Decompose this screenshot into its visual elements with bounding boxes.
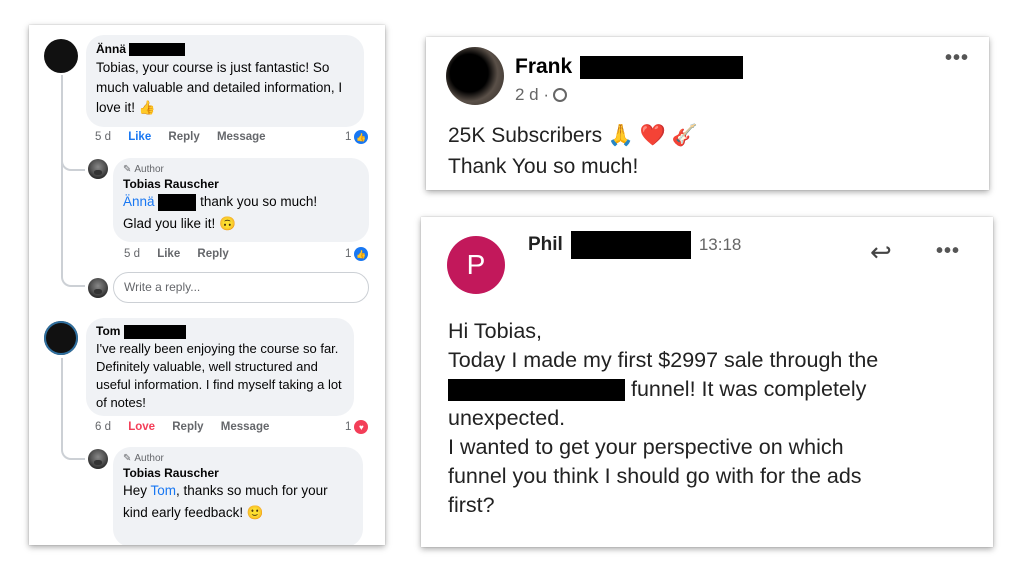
frank-post-card: Frank 2 d · ••• 25K Subscribers 🙏 ❤️ 🎸 T… bbox=[426, 37, 989, 190]
comment-bubble: Tom I've really been enjoying the course… bbox=[86, 318, 354, 416]
comment-time[interactable]: 5 d bbox=[95, 131, 111, 143]
pencil-icon: ✎ bbox=[123, 164, 132, 175]
reply-actions: 5 d Like Reply bbox=[124, 248, 243, 260]
comment-text: Tobias, your course is just fantastic! S… bbox=[96, 60, 343, 116]
reply-bubble: ✎ Author Tobias Rauscher Hey Tom, thanks … bbox=[113, 447, 363, 545]
sender-name[interactable]: Phil bbox=[528, 234, 563, 256]
love-button[interactable]: Love bbox=[128, 421, 155, 433]
facebook-comments-card: Ännä Tobias, your course is just fantast… bbox=[29, 25, 385, 545]
reaction-count-number: 1 bbox=[345, 131, 352, 143]
email-time: 13:18 bbox=[698, 235, 742, 254]
author-badge: ✎ Author bbox=[123, 453, 164, 464]
more-dots-icon[interactable]: ••• bbox=[936, 240, 960, 263]
email-line: Today I made my first $2997 sale through… bbox=[448, 348, 879, 372]
redaction-bar bbox=[129, 43, 186, 57]
thread-connector bbox=[61, 175, 85, 287]
author-badge: ✎ Author bbox=[123, 164, 164, 175]
redaction-bar bbox=[123, 324, 186, 339]
reply-button[interactable]: Reply bbox=[197, 248, 228, 260]
reply-author-name[interactable]: Tobias Rauscher bbox=[123, 466, 353, 480]
post-meta: 2 d · bbox=[515, 85, 568, 105]
reply-text-line2: kind early feedback! 🙂 bbox=[123, 505, 264, 520]
thread-connector bbox=[61, 155, 85, 171]
email-greeting: Hi Tobias, bbox=[448, 319, 543, 343]
commenter-avatar[interactable] bbox=[44, 39, 78, 73]
comment-actions: 6 d Love Reply Message bbox=[95, 421, 283, 433]
globe-icon bbox=[553, 88, 568, 102]
message-button[interactable]: Message bbox=[217, 131, 266, 143]
comment-bubble: Ännä Tobias, your course is just fantast… bbox=[86, 35, 364, 127]
like-button[interactable]: Like bbox=[157, 248, 180, 260]
pencil-icon: ✎ bbox=[123, 453, 132, 464]
more-dots-icon[interactable]: ••• bbox=[945, 47, 969, 70]
redaction-bar bbox=[580, 55, 744, 79]
reply-text-line2: Glad you like it! 🙃 bbox=[123, 216, 236, 231]
commenter-name[interactable]: Tom bbox=[96, 324, 344, 339]
mention-link[interactable]: Ännä bbox=[123, 194, 155, 209]
author-avatar[interactable] bbox=[88, 449, 108, 469]
reply-bubble: ✎ Author Tobias Rauscher Ännä thank you s… bbox=[113, 158, 369, 242]
email-line: funnel you think I should go with for th… bbox=[448, 464, 862, 488]
reaction-count-number: 1 bbox=[345, 248, 352, 260]
reply-text: Hey Tom, thanks so much for your bbox=[123, 483, 328, 498]
post-time[interactable]: 2 d · bbox=[515, 85, 549, 105]
mention-link[interactable]: Tom bbox=[151, 483, 177, 498]
reply-button[interactable]: Reply bbox=[168, 131, 199, 143]
redaction-bar bbox=[158, 193, 197, 211]
reply-text: Ännä thank you so much! bbox=[123, 193, 318, 211]
author-name[interactable]: Frank bbox=[515, 55, 744, 79]
commenter-avatar[interactable] bbox=[44, 321, 78, 355]
reaction-count-number: 1 bbox=[345, 421, 352, 433]
reaction-count[interactable]: 1 👍 bbox=[345, 130, 369, 144]
email-body: Hi Tobias, Today I made my first $2997 s… bbox=[448, 317, 978, 520]
reply-button[interactable]: Reply bbox=[172, 421, 203, 433]
love-reaction-icon: ♥ bbox=[354, 420, 369, 434]
author-avatar[interactable] bbox=[88, 159, 108, 179]
reaction-count[interactable]: 1 ♥ bbox=[345, 420, 369, 434]
comment-actions: 5 d Like Reply Message bbox=[95, 131, 280, 143]
thread-line bbox=[61, 358, 85, 460]
post-text-line2: Thank You so much! bbox=[448, 155, 639, 178]
reaction-count[interactable]: 1 👍 bbox=[345, 247, 369, 261]
email-line: I wanted to get your perspective on whic… bbox=[448, 435, 844, 459]
user-avatar bbox=[88, 278, 108, 298]
email-line: funnel! It was completely bbox=[448, 375, 978, 404]
reply-arrow-icon[interactable]: ↩ bbox=[870, 237, 892, 268]
email-line: unexpected. bbox=[448, 406, 566, 430]
email-line: first? bbox=[448, 493, 495, 517]
message-button[interactable]: Message bbox=[221, 421, 270, 433]
profile-avatar[interactable] bbox=[446, 47, 504, 105]
phil-email-card: P Phil 13:18 ↩ ••• Hi Tobias, Today I ma… bbox=[421, 217, 993, 547]
sender-avatar[interactable]: P bbox=[447, 236, 505, 294]
comment-time[interactable]: 6 d bbox=[95, 421, 111, 433]
like-reaction-icon: 👍 bbox=[354, 247, 369, 261]
reply-time[interactable]: 5 d bbox=[124, 248, 140, 260]
redaction-bar bbox=[448, 379, 625, 402]
sender-header: Phil 13:18 bbox=[528, 231, 741, 259]
like-button[interactable]: Like bbox=[128, 131, 151, 143]
post-text-line1: 25K Subscribers 🙏 ❤️ 🎸 bbox=[448, 124, 699, 147]
redaction-bar bbox=[570, 231, 691, 259]
reply-author-name[interactable]: Tobias Rauscher bbox=[123, 177, 359, 191]
write-reply-input[interactable]: Write a reply... bbox=[113, 272, 369, 303]
commenter-name[interactable]: Ännä bbox=[96, 42, 354, 57]
like-reaction-icon: 👍 bbox=[354, 130, 369, 144]
comment-text: I've really been enjoying the course so … bbox=[96, 340, 342, 410]
